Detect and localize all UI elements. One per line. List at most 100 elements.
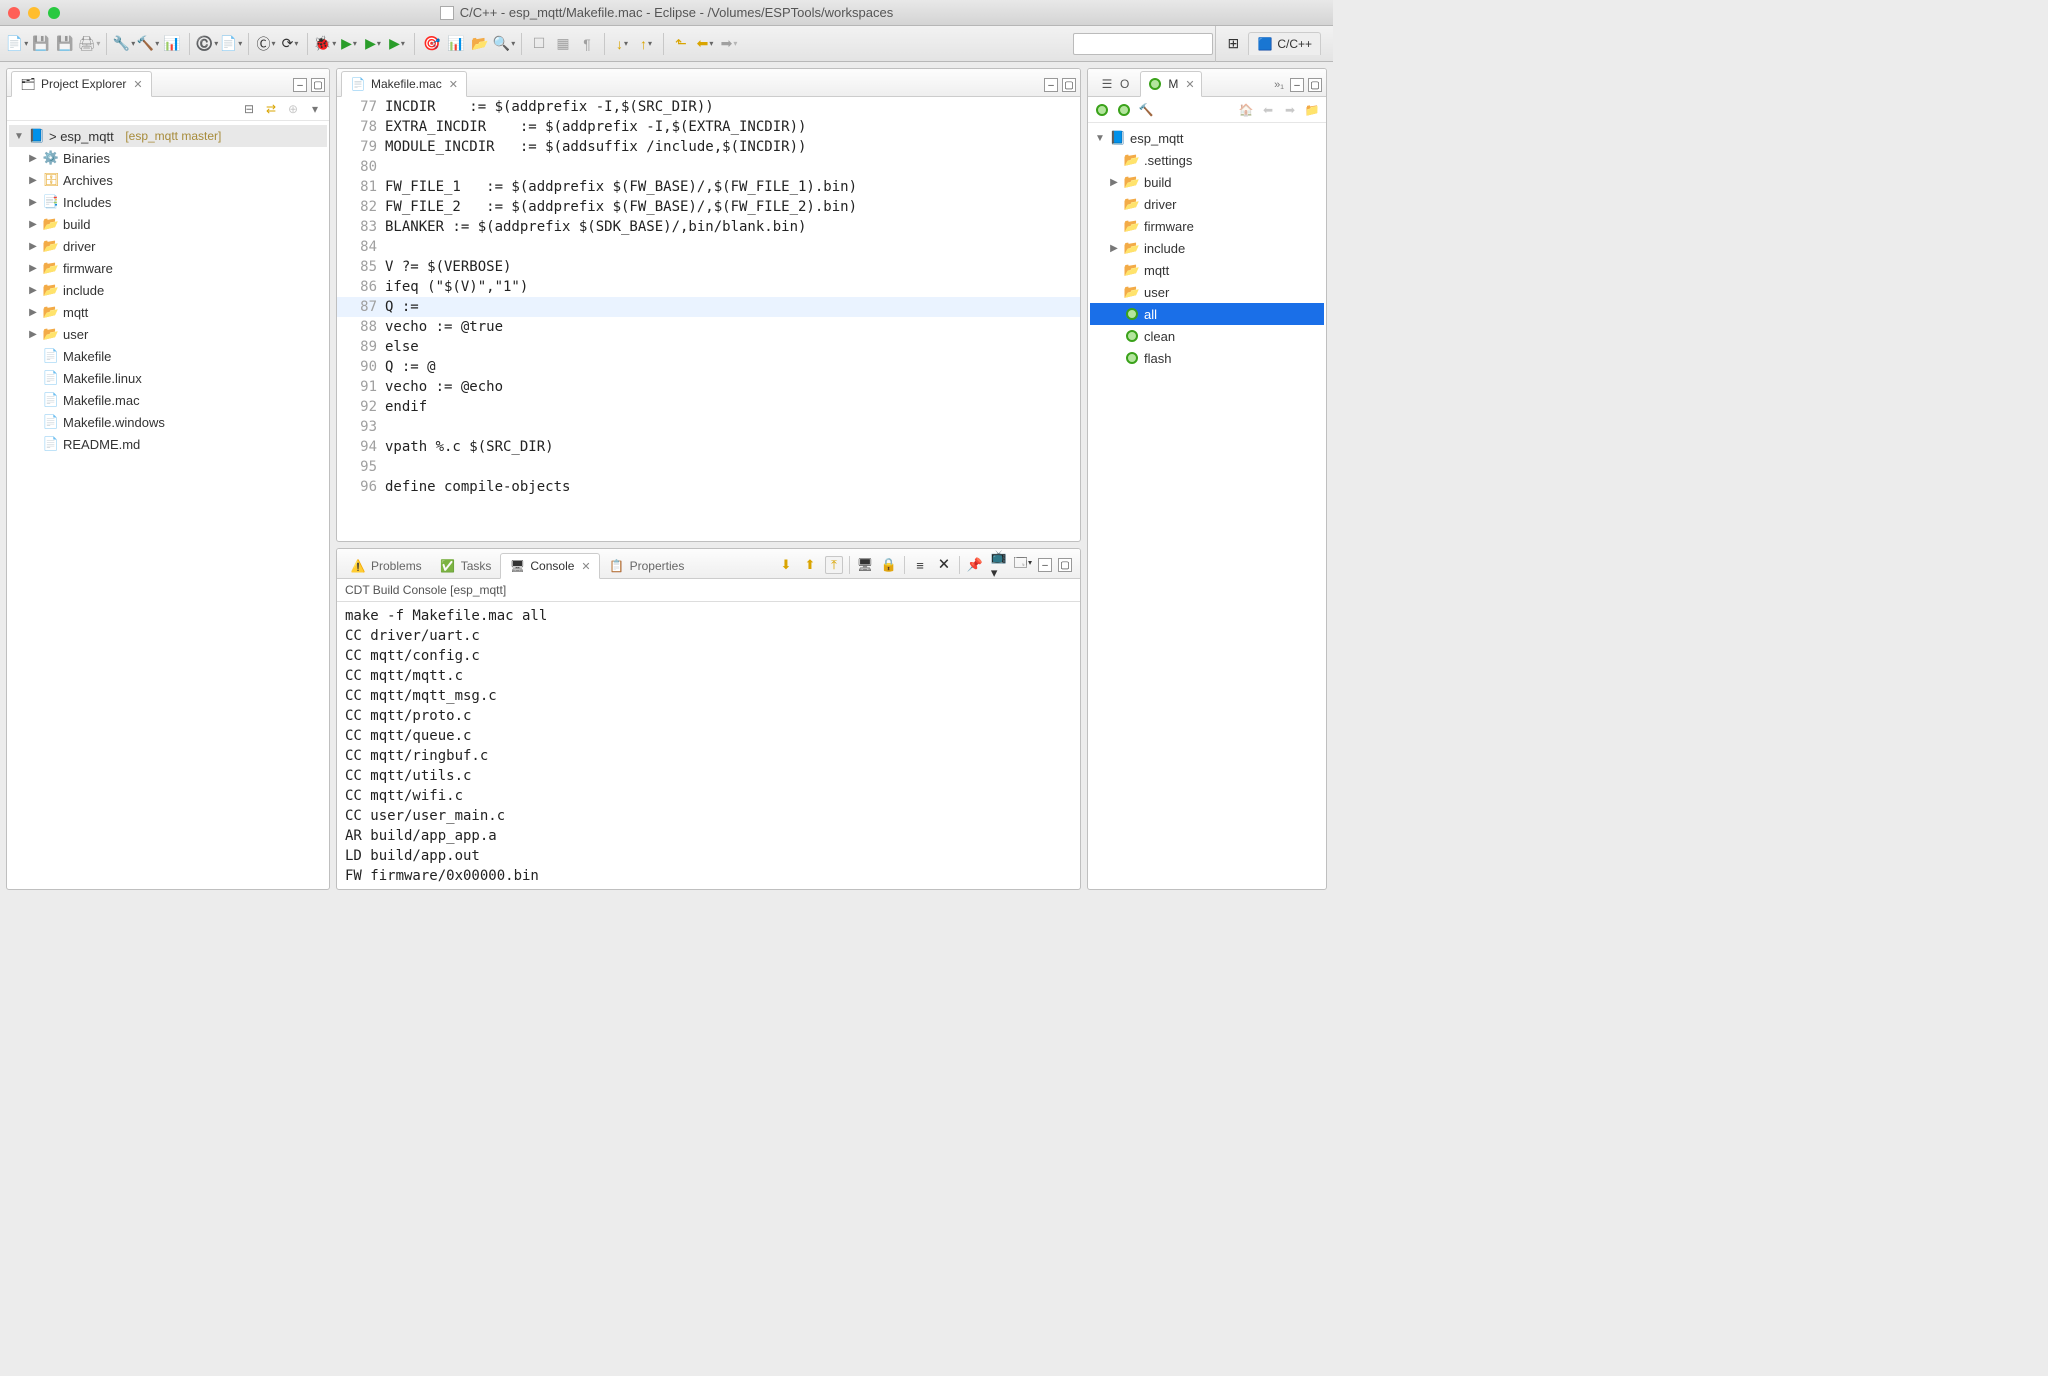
code-line[interactable]: 88vecho := @true: [337, 317, 1080, 337]
tree-item[interactable]: 📂build: [1090, 171, 1324, 193]
minimize-bottom-button[interactable]: –: [1038, 558, 1052, 572]
show-console-icon[interactable]: 🖥: [856, 556, 874, 574]
tree-item[interactable]: 🗄Archives: [9, 169, 327, 191]
save-all-button[interactable]: 💾: [54, 33, 76, 55]
tree-item[interactable]: 📂.settings: [1090, 149, 1324, 171]
next-annotation-button[interactable]: ↓: [611, 33, 633, 55]
forward-button[interactable]: ➡: [718, 33, 740, 55]
new-c-class-button[interactable]: ©️: [196, 33, 218, 55]
home-icon[interactable]: 🏠: [1238, 102, 1254, 118]
tree-item[interactable]: 📂firmware: [1090, 215, 1324, 237]
tree-item[interactable]: 📂user: [1090, 281, 1324, 303]
project-tree[interactable]: 📘 > esp_mqtt [esp_mqtt master] ⚙️Binarie…: [7, 121, 329, 889]
maximize-right-button[interactable]: ▢: [1308, 78, 1322, 92]
print-button[interactable]: 🖨: [78, 33, 100, 55]
code-line[interactable]: 82FW_FILE_2 := $(addprefix $(FW_BASE)/,$…: [337, 197, 1080, 217]
run-button[interactable]: ▶: [338, 33, 360, 55]
close-icon[interactable]: ✕: [581, 560, 590, 573]
tree-item[interactable]: 📂build: [9, 213, 327, 235]
open-folder-button[interactable]: 📂: [469, 33, 491, 55]
overflow-indicator[interactable]: »₁: [1274, 79, 1286, 91]
code-line[interactable]: 90Q := @: [337, 357, 1080, 377]
tab-make-targets[interactable]: M ✕: [1140, 71, 1201, 97]
build-all-button[interactable]: 📊: [161, 33, 183, 55]
code-line[interactable]: 79MODULE_INCDIR := $(addsuffix /include,…: [337, 137, 1080, 157]
scroll-down-icon[interactable]: ⬇: [777, 556, 795, 574]
code-line[interactable]: 95: [337, 457, 1080, 477]
bottom-tab-properties[interactable]: 📋Properties: [600, 553, 694, 579]
prev-annotation-button[interactable]: ↑: [635, 33, 657, 55]
debug-button[interactable]: 🐞: [314, 33, 336, 55]
build-c-button[interactable]: 🔧: [113, 33, 135, 55]
wrap-icon[interactable]: ≡: [911, 556, 929, 574]
perspective-tab-cpp[interactable]: 🟦 C/C++: [1248, 32, 1321, 55]
console-lock-icon[interactable]: 🔒: [880, 556, 898, 574]
code-line[interactable]: 81FW_FILE_1 := $(addprefix $(FW_BASE)/,$…: [337, 177, 1080, 197]
search-c-button[interactable]: 🔍: [493, 33, 515, 55]
scroll-lock-icon[interactable]: ⤒: [825, 556, 843, 574]
maximize-editor-button[interactable]: ▢: [1062, 78, 1076, 92]
make-target-all[interactable]: all: [1090, 303, 1324, 325]
maximize-bottom-button[interactable]: ▢: [1058, 558, 1072, 572]
edit-target-icon[interactable]: [1116, 102, 1132, 118]
build-button[interactable]: 🔨: [137, 33, 159, 55]
make-target-flash[interactable]: flash: [1090, 347, 1324, 369]
code-line[interactable]: 93: [337, 417, 1080, 437]
scroll-up-icon[interactable]: ⬆: [801, 556, 819, 574]
code-line[interactable]: 94vpath %.c $(SRC_DIR): [337, 437, 1080, 457]
window-minimize-button[interactable]: [28, 7, 40, 19]
code-line[interactable]: 77INCDIR := $(addprefix -I,$(SRC_DIR)): [337, 97, 1080, 117]
profile-button[interactable]: 📊: [445, 33, 467, 55]
tab-project-explorer[interactable]: 🗂 Project Explorer ✕: [11, 71, 152, 97]
add-target-icon[interactable]: [1094, 102, 1110, 118]
new-button[interactable]: 📄: [6, 33, 28, 55]
tree-item[interactable]: 📂include: [1090, 237, 1324, 259]
tree-item[interactable]: 📂user: [9, 323, 327, 345]
minimize-editor-button[interactable]: –: [1044, 78, 1058, 92]
maximize-view-button[interactable]: ▢: [311, 78, 325, 92]
code-line[interactable]: 96define compile-objects: [337, 477, 1080, 497]
code-line[interactable]: 85V ?= $(VERBOSE): [337, 257, 1080, 277]
back-button[interactable]: ⬅: [694, 33, 716, 55]
close-icon[interactable]: ✕: [1185, 78, 1194, 91]
minimize-right-button[interactable]: –: [1290, 78, 1304, 92]
targets-root[interactable]: 📘 esp_mqtt: [1090, 127, 1324, 149]
focus-icon[interactable]: ⊕: [285, 101, 301, 117]
code-line[interactable]: 83BLANKER := $(addprefix $(SDK_BASE)/,bi…: [337, 217, 1080, 237]
new-c-source-button[interactable]: 📄: [220, 33, 242, 55]
code-line[interactable]: 80: [337, 157, 1080, 177]
tree-item[interactable]: ⚙️Binaries: [9, 147, 327, 169]
code-line[interactable]: 92endif: [337, 397, 1080, 417]
display-selected-console-icon[interactable]: 📺▾: [990, 556, 1008, 574]
code-line[interactable]: 87Q :=: [337, 297, 1080, 317]
window-close-button[interactable]: [8, 7, 20, 19]
tree-item[interactable]: 📂include: [9, 279, 327, 301]
link-editor-icon[interactable]: ⇄: [263, 101, 279, 117]
save-button[interactable]: 💾: [30, 33, 52, 55]
editor-tab[interactable]: 📄 Makefile.mac ✕: [341, 71, 467, 97]
open-console-icon[interactable]: 🗔▾: [1014, 556, 1032, 574]
code-line[interactable]: 78EXTRA_INCDIR := $(addprefix -I,$(EXTRA…: [337, 117, 1080, 137]
tree-item[interactable]: 📄Makefile.windows: [9, 411, 327, 433]
close-icon[interactable]: ✕: [133, 78, 142, 91]
tree-item[interactable]: 📂driver: [9, 235, 327, 257]
window-maximize-button[interactable]: [48, 7, 60, 19]
make-target-clean[interactable]: clean: [1090, 325, 1324, 347]
bottom-tab-problems[interactable]: ⚠️Problems: [341, 553, 431, 579]
editor-body[interactable]: 77INCDIR := $(addprefix -I,$(SRC_DIR))78…: [337, 97, 1080, 541]
toggle-mark-button[interactable]: ☐: [528, 33, 550, 55]
build-target-icon[interactable]: 🔨: [1138, 102, 1154, 118]
bottom-tab-console[interactable]: 🖥Console✕: [500, 553, 599, 579]
last-edit-button[interactable]: ⬑: [670, 33, 692, 55]
tree-item[interactable]: 📂firmware: [9, 257, 327, 279]
code-line[interactable]: 86ifeq ("$(V)","1"): [337, 277, 1080, 297]
hide-folders-icon[interactable]: 📁: [1304, 102, 1320, 118]
code-line[interactable]: 89else: [337, 337, 1080, 357]
console-output[interactable]: make -f Makefile.mac all CC driver/uart.…: [337, 602, 1080, 889]
tree-item[interactable]: 📂driver: [1090, 193, 1324, 215]
tree-item[interactable]: 📑Includes: [9, 191, 327, 213]
quick-access-input[interactable]: [1073, 33, 1213, 55]
tree-item[interactable]: 📄Makefile.mac: [9, 389, 327, 411]
make-targets-tree[interactable]: 📘 esp_mqtt 📂.settings📂build📂driver📂firmw…: [1088, 123, 1326, 889]
coverage-run-button[interactable]: ▶: [362, 33, 384, 55]
